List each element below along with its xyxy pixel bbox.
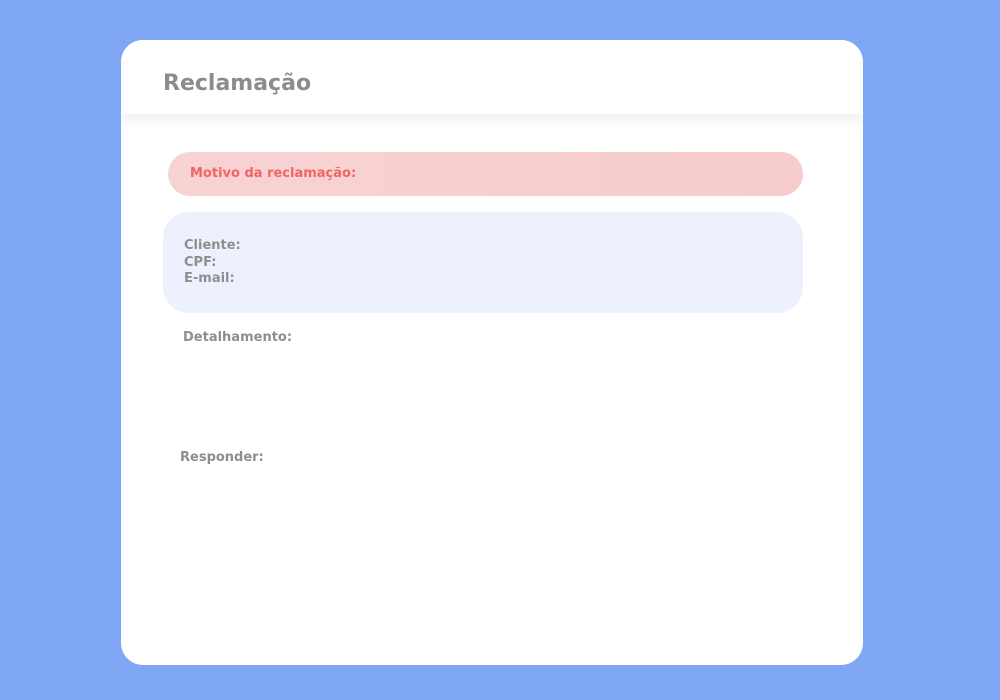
client-email-label: E-mail: [184,271,235,286]
client-name-label: Cliente: [184,238,241,253]
detail-content [183,352,783,442]
card-header: Reclamação [121,40,863,114]
complaint-card: Reclamação Motivo da reclamação: Cliente… [121,40,863,665]
reason-label: Motivo da reclamação: [190,166,357,181]
client-cpf-label: CPF: [184,255,217,270]
detail-label: Detalhamento: [183,330,293,345]
response-label: Responder: [180,450,264,465]
page-title: Reclamação [163,71,312,96]
response-textarea[interactable] [179,472,803,636]
reason-banner: Motivo da reclamação: [168,152,803,196]
client-info-panel: Cliente: CPF: E-mail: [163,212,803,313]
